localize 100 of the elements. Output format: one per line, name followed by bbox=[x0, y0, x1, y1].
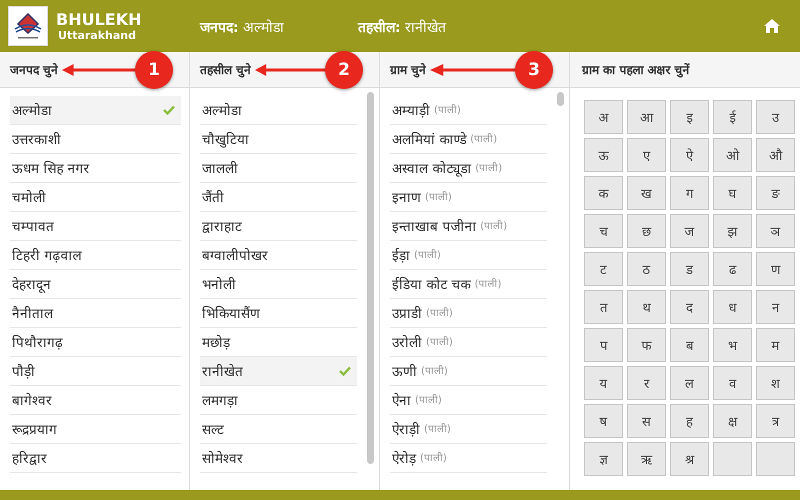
list-item[interactable]: ऐरोड़ (पाली) bbox=[390, 444, 547, 473]
letter-key[interactable]: फ bbox=[627, 328, 666, 362]
letter-key[interactable]: ण bbox=[756, 252, 795, 286]
letter-key[interactable]: ग bbox=[670, 176, 709, 210]
letter-key[interactable]: ख bbox=[627, 176, 666, 210]
list-item[interactable]: टिहरी गढ़वाल bbox=[10, 241, 181, 270]
list-item[interactable]: देहरादून bbox=[10, 270, 181, 299]
list-item[interactable]: सल्ट bbox=[200, 415, 357, 444]
scrollbar-thumb[interactable] bbox=[557, 92, 564, 106]
list-item[interactable]: अल्मोडा bbox=[200, 96, 357, 125]
list-item[interactable]: उत्तरकाशी bbox=[10, 125, 181, 154]
list-item[interactable]: चम्पावत bbox=[10, 212, 181, 241]
letter-key[interactable]: औ bbox=[756, 138, 795, 172]
list-item[interactable]: पौड़ी bbox=[10, 357, 181, 386]
letter-key[interactable]: ष bbox=[584, 404, 623, 438]
list-item[interactable]: ईडिया कोट चक (पाली) bbox=[390, 270, 547, 299]
letter-key[interactable]: म bbox=[756, 328, 795, 362]
letter-key[interactable]: प bbox=[584, 328, 623, 362]
letter-key[interactable]: ज्ञ bbox=[584, 442, 623, 476]
list-item[interactable]: पिथौरागढ़ bbox=[10, 328, 181, 357]
blank-key[interactable] bbox=[713, 442, 752, 476]
list-item[interactable]: अस्वाल कोट्यूडा (पाली) bbox=[390, 154, 547, 183]
letter-key[interactable]: व bbox=[713, 366, 752, 400]
letter-key[interactable]: थ bbox=[627, 290, 666, 324]
list-item[interactable]: बग्वालीपोखर bbox=[200, 241, 357, 270]
list-item[interactable]: भनोली bbox=[200, 270, 357, 299]
letter-key[interactable]: स bbox=[627, 404, 666, 438]
list-item[interactable]: ऊणी (पाली) bbox=[390, 357, 547, 386]
list-item[interactable]: चमोली bbox=[10, 183, 181, 212]
list-item[interactable]: हरिद्वार bbox=[10, 444, 181, 473]
letter-key[interactable]: छ bbox=[627, 214, 666, 248]
letter-key[interactable]: ऊ bbox=[584, 138, 623, 172]
letter-key[interactable]: ब bbox=[670, 328, 709, 362]
letter-key[interactable]: य bbox=[584, 366, 623, 400]
item-name: देहरादून bbox=[12, 276, 51, 293]
letter-key[interactable]: झ bbox=[713, 214, 752, 248]
letter-key[interactable]: ड bbox=[670, 252, 709, 286]
letter-key[interactable]: न bbox=[756, 290, 795, 324]
list-item[interactable]: जैंती bbox=[200, 183, 357, 212]
letter-key[interactable]: ङ bbox=[756, 176, 795, 210]
list-item[interactable]: ऐराड़ी (पाली) bbox=[390, 415, 547, 444]
list-item[interactable]: लमगड़ा bbox=[200, 386, 357, 415]
letter-key[interactable]: ऐ bbox=[670, 138, 709, 172]
list-item[interactable]: द्वाराहाट bbox=[200, 212, 357, 241]
letter-key[interactable]: क bbox=[584, 176, 623, 210]
list-item[interactable]: चौखुटिया bbox=[200, 125, 357, 154]
list-item[interactable]: उरोली (पाली) bbox=[390, 328, 547, 357]
letter-key[interactable]: आ bbox=[627, 100, 666, 134]
list-item[interactable]: इन्ताखाब पजीना (पाली) bbox=[390, 212, 547, 241]
letter-key[interactable]: ल bbox=[670, 366, 709, 400]
letter-key[interactable]: ओ bbox=[713, 138, 752, 172]
scrollbar-thumb[interactable] bbox=[367, 92, 374, 464]
letter-key[interactable]: ह bbox=[670, 404, 709, 438]
list-item[interactable]: सोमेश्वर bbox=[200, 444, 357, 473]
list-item[interactable]: अम्याड़ी (पाली) bbox=[390, 96, 547, 125]
list-item[interactable]: ईड़ा (पाली) bbox=[390, 241, 547, 270]
letter-key[interactable]: ञ bbox=[756, 214, 795, 248]
letter-key[interactable]: ऋ bbox=[627, 442, 666, 476]
letter-key[interactable]: द bbox=[670, 290, 709, 324]
list-item[interactable]: इनाण (पाली) bbox=[390, 183, 547, 212]
home-icon[interactable] bbox=[764, 19, 780, 33]
item-name: ईड़ा bbox=[392, 246, 410, 264]
list-item[interactable]: जालली bbox=[200, 154, 357, 183]
callout-badge: 1 bbox=[135, 51, 173, 89]
list-item[interactable]: रूद्रप्रयाग bbox=[10, 415, 181, 444]
item-tag: (पाली) bbox=[426, 305, 453, 319]
list-item[interactable]: ऊधम सिह नगर bbox=[10, 154, 181, 183]
letter-key[interactable]: श bbox=[756, 366, 795, 400]
item-name: अस्वाल कोट्यूडा bbox=[392, 160, 472, 177]
item-name: हरिद्वार bbox=[12, 450, 47, 467]
list-item[interactable]: उप्राडी (पाली) bbox=[390, 299, 547, 328]
letter-key[interactable]: अ bbox=[584, 100, 623, 134]
letter-key[interactable]: ट bbox=[584, 252, 623, 286]
list-item[interactable]: नैनीताल bbox=[10, 299, 181, 328]
item-tag: (पाली) bbox=[421, 363, 448, 377]
letter-key[interactable]: श्र bbox=[670, 442, 709, 476]
letter-key[interactable]: ई bbox=[713, 100, 752, 134]
letter-key[interactable]: घ bbox=[713, 176, 752, 210]
list-item[interactable]: अलमियां काण्डे (पाली) bbox=[390, 125, 547, 154]
list-item[interactable]: भिकियासैंण bbox=[200, 299, 357, 328]
letter-key[interactable]: भ bbox=[713, 328, 752, 362]
letter-key[interactable]: क्ष bbox=[713, 404, 752, 438]
letter-key[interactable]: उ bbox=[756, 100, 795, 134]
letter-key[interactable]: च bbox=[584, 214, 623, 248]
letter-key[interactable]: त्र bbox=[756, 404, 795, 438]
list-item[interactable]: ऐना (पाली) bbox=[390, 386, 547, 415]
letter-key[interactable]: ठ bbox=[627, 252, 666, 286]
list-item[interactable]: बागेश्वर bbox=[10, 386, 181, 415]
item-name: ऐना bbox=[392, 392, 411, 409]
list-item[interactable]: रानीखेत bbox=[200, 357, 357, 386]
letter-key[interactable]: र bbox=[627, 366, 666, 400]
letter-key[interactable]: त bbox=[584, 290, 623, 324]
list-item[interactable]: अल्मोडा bbox=[10, 96, 181, 125]
letter-key[interactable]: ध bbox=[713, 290, 752, 324]
item-tag: (पाली) bbox=[475, 160, 502, 174]
letter-key[interactable]: ढ bbox=[713, 252, 752, 286]
blank-key[interactable] bbox=[756, 442, 795, 476]
letter-key[interactable]: ए bbox=[627, 138, 666, 172]
letter-key[interactable]: ज bbox=[670, 214, 709, 248]
letter-key[interactable]: इ bbox=[670, 100, 709, 134]
